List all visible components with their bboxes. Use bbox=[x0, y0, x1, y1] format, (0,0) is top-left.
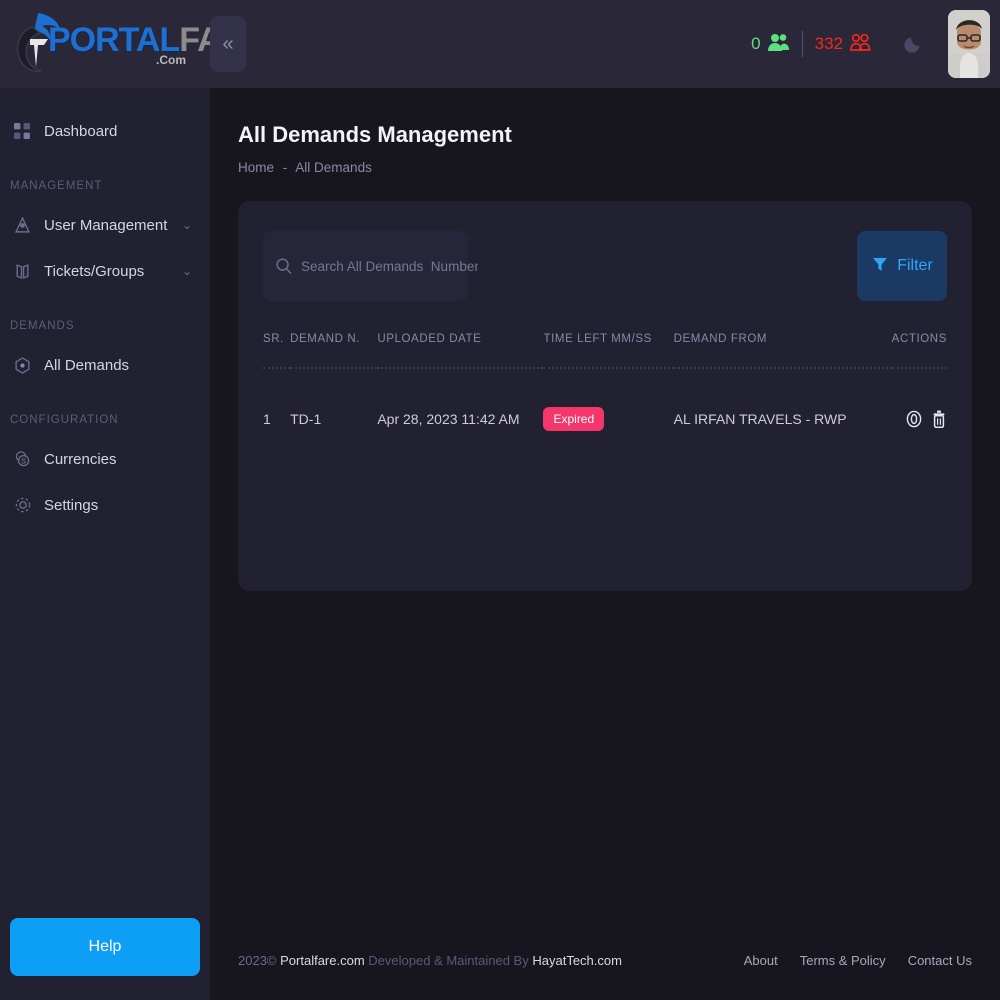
table-row[interactable]: 1 TD-1 Apr 28, 2023 11:42 AM Expired AL … bbox=[263, 368, 947, 431]
chevron-down-icon: ⌄ bbox=[181, 218, 192, 232]
help-button[interactable]: Help bbox=[10, 918, 200, 976]
status-badge: Expired bbox=[543, 407, 605, 431]
filter-label: Filter bbox=[897, 257, 933, 274]
sidebar-item-label: Currencies bbox=[44, 450, 117, 468]
coins-icon: S bbox=[14, 450, 44, 468]
search-box[interactable] bbox=[263, 231, 478, 301]
cell-sr: 1 bbox=[263, 411, 271, 427]
breadcrumb: Home - All Demands bbox=[238, 160, 972, 175]
sidebar-section-management: MANAGEMENT bbox=[10, 180, 103, 192]
sidebar-section-demands: DEMANDS bbox=[10, 320, 75, 332]
breadcrumb-current: All Demands bbox=[295, 160, 372, 175]
topbar-divider bbox=[801, 31, 803, 57]
help-container: Help bbox=[0, 918, 210, 1000]
online-users-count: 0 bbox=[751, 34, 761, 53]
breadcrumb-home[interactable]: Home bbox=[238, 160, 274, 175]
users-group-icon bbox=[766, 32, 790, 57]
user-icon bbox=[14, 216, 44, 234]
sidebar-item-label: Tickets/Groups bbox=[44, 262, 145, 280]
moon-icon bbox=[903, 32, 925, 57]
sidebar-item-all-demands[interactable]: All Demands bbox=[0, 342, 210, 388]
breadcrumb-separator: - bbox=[282, 160, 288, 175]
footer: 2023© Portalfare.com Developed & Maintai… bbox=[210, 920, 1000, 1000]
total-users-count: 332 bbox=[814, 34, 843, 53]
gear-icon bbox=[14, 496, 44, 514]
footer-maintained-text: Developed & Maintained By bbox=[368, 952, 529, 968]
column-header-time-left: TIME LEFT MM/SS bbox=[543, 333, 652, 345]
table-header-row: SR. DEMAND N. UPLOADED DATE TIME LEFT MM… bbox=[263, 333, 947, 368]
avatar[interactable] bbox=[948, 10, 990, 78]
topbar: « 0 332 bbox=[210, 0, 1000, 88]
column-header-uploaded-date: UPLOADED DATE bbox=[377, 333, 482, 345]
column-header-actions: ACTIONS bbox=[891, 333, 947, 345]
chevron-down-icon: ⌄ bbox=[181, 264, 192, 278]
logo-mark: PORTALFARE .Com bbox=[8, 9, 267, 79]
cell-uploaded-date: Apr 28, 2023 11:42 AM bbox=[377, 411, 520, 427]
cell-demand-no: TD-1 bbox=[290, 411, 322, 427]
column-header-sr: SR. bbox=[263, 333, 284, 345]
search-input[interactable] bbox=[301, 258, 478, 274]
online-users-stat[interactable]: 0 bbox=[751, 32, 789, 57]
logo[interactable]: PORTALFARE .Com bbox=[0, 0, 267, 88]
delete-icon[interactable] bbox=[931, 410, 947, 428]
sidebar-item-label: User Management bbox=[44, 216, 168, 234]
app-root: PORTALFARE .Com Dashboard MANAGEMENT Use… bbox=[0, 0, 1000, 1000]
sidebar-item-label: Settings bbox=[44, 496, 99, 514]
logo-com-text: .Com bbox=[156, 53, 186, 67]
hexagon-icon bbox=[14, 356, 44, 374]
sidebar-item-settings[interactable]: Settings bbox=[0, 482, 210, 528]
cell-actions bbox=[892, 368, 947, 431]
sidebar-item-dashboard[interactable]: Dashboard bbox=[0, 108, 210, 154]
total-users-stat[interactable]: 332 bbox=[815, 32, 872, 57]
footer-developer[interactable]: HayatTech.com bbox=[532, 953, 622, 968]
sidebar-item-currencies[interactable]: S Currencies bbox=[0, 436, 210, 482]
demands-card: Filter SR. DEMAND N. UPLOADED DATE TIME … bbox=[238, 201, 972, 591]
sidebar-item-tickets-groups[interactable]: Tickets/Groups ⌄ bbox=[0, 248, 210, 294]
grid-icon bbox=[14, 122, 44, 140]
page-title: All Demands Management bbox=[238, 122, 512, 147]
table-body: 1 TD-1 Apr 28, 2023 11:42 AM Expired AL … bbox=[263, 368, 947, 431]
column-header-demand-from: DEMAND FROM bbox=[673, 333, 768, 345]
content: All Demands Management Home - All Demand… bbox=[210, 88, 1000, 920]
footer-link-contact[interactable]: Contact Us bbox=[908, 953, 972, 968]
footer-links: About Terms & Policy Contact Us bbox=[744, 953, 972, 968]
filter-button[interactable]: Filter bbox=[857, 231, 947, 301]
footer-credits: 2023© Portalfare.com Developed & Maintai… bbox=[238, 953, 622, 968]
sidebar-item-label: Dashboard bbox=[44, 122, 118, 140]
search-icon bbox=[275, 257, 297, 275]
svg-text:S: S bbox=[21, 459, 26, 466]
footer-link-about[interactable]: About bbox=[744, 953, 778, 968]
view-icon[interactable] bbox=[905, 410, 923, 428]
avatar-photo bbox=[948, 10, 990, 78]
footer-year: 2023© bbox=[238, 952, 277, 968]
column-header-demand-no: DEMAND N. bbox=[290, 333, 361, 345]
main-area: « 0 332 All Demands Management Home - Al… bbox=[210, 0, 1000, 1000]
cell-time-left: Expired bbox=[543, 368, 673, 431]
card-toolbar: Filter bbox=[263, 231, 947, 301]
footer-link-terms[interactable]: Terms & Policy bbox=[800, 953, 886, 968]
sidebar-item-label: All Demands bbox=[44, 356, 130, 374]
footer-site[interactable]: Portalfare.com bbox=[280, 953, 365, 968]
ticket-icon bbox=[14, 263, 44, 280]
sidebar-item-user-management[interactable]: User Management ⌄ bbox=[0, 202, 210, 248]
sidebar-collapse-button[interactable]: « bbox=[210, 16, 246, 72]
theme-toggle-button[interactable] bbox=[894, 24, 934, 64]
users-outline-icon bbox=[848, 32, 872, 57]
demands-table: SR. DEMAND N. UPLOADED DATE TIME LEFT MM… bbox=[263, 333, 947, 431]
sidebar: PORTALFARE .Com Dashboard MANAGEMENT Use… bbox=[0, 0, 267, 1000]
cell-demand-from: AL IRFAN TRAVELS - RWP bbox=[673, 411, 847, 427]
row-actions bbox=[892, 410, 947, 428]
table-head: SR. DEMAND N. UPLOADED DATE TIME LEFT MM… bbox=[263, 333, 947, 368]
filter-icon bbox=[871, 255, 889, 278]
sidebar-nav: Dashboard MANAGEMENT User Management ⌄ T… bbox=[0, 88, 210, 918]
sidebar-section-configuration: CONFIGURATION bbox=[10, 414, 119, 426]
